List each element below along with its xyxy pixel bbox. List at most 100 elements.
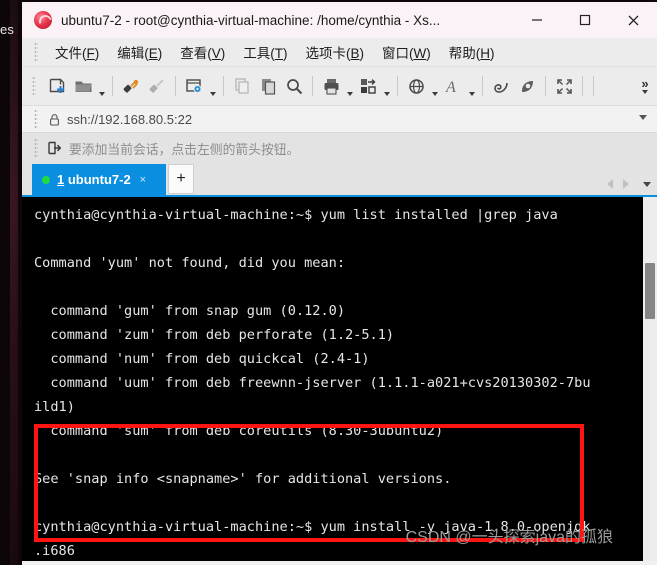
- menu-bar: 文件(F) 编辑(E) 查看(V) 工具(T) 选项卡(B) 窗口(W) 帮助(…: [22, 38, 657, 67]
- tab-close-icon[interactable]: ×: [140, 174, 146, 186]
- tab-status-dot: [42, 175, 50, 184]
- menu-tools-mnemonic: T: [274, 46, 284, 61]
- menu-tools-label: 工具: [243, 46, 271, 61]
- menu-edit[interactable]: 编辑(E): [108, 40, 171, 64]
- address-bar[interactable]: ssh://192.168.80.5:22: [22, 106, 657, 133]
- file-transfer-icon[interactable]: [355, 72, 381, 100]
- tab-label: 1 ubuntu7-2: [57, 172, 131, 187]
- scroll-tabs-right-icon[interactable]: [623, 179, 629, 189]
- menu-help-mnemonic: H: [480, 46, 491, 61]
- toolbar-separator-6: [482, 76, 483, 96]
- font-icon[interactable]: A: [440, 72, 466, 100]
- menu-help-label: 帮助: [448, 46, 476, 61]
- font-dropdown-icon[interactable]: [466, 68, 477, 105]
- terminal-line: command 'gum' from snap gum (0.12.0): [34, 303, 345, 319]
- fullscreen-icon[interactable]: [551, 72, 577, 100]
- lock-icon: [46, 113, 62, 126]
- open-folder-dropdown-icon[interactable]: [96, 68, 107, 105]
- menu-tools[interactable]: 工具(T): [234, 40, 296, 64]
- menu-edit-mnemonic: E: [148, 46, 158, 61]
- tab-list-icon[interactable]: [643, 181, 651, 187]
- print-icon[interactable]: [318, 72, 344, 100]
- tab-navigation: [607, 179, 651, 189]
- tab-name: ubuntu7-2: [64, 172, 131, 187]
- terminal-line: See 'snap info <snapname>' for additiona…: [34, 471, 452, 487]
- menu-grip-handle[interactable]: [34, 42, 38, 62]
- xshell-swirl-icon: [34, 11, 52, 29]
- minimize-button[interactable]: [513, 2, 561, 38]
- menu-file-mnemonic: F: [86, 46, 95, 61]
- terminal-line: command 'uum' from deb freewnn-jserver (…: [34, 375, 591, 391]
- highlight-icon[interactable]: [514, 72, 540, 100]
- menu-file[interactable]: 文件(F): [46, 40, 108, 64]
- add-session-arrow-icon: [46, 141, 62, 155]
- address-dropdown-icon[interactable]: [639, 115, 647, 120]
- toolbar-grip-handle[interactable]: [32, 76, 36, 96]
- session-hint-bar: 要添加当前会话，点击左侧的箭头按钮。: [22, 133, 657, 163]
- xshell-window: ubuntu7-2 - root@cynthia-virtual-machine…: [22, 2, 657, 565]
- tab-ubuntu7-2[interactable]: 1 ubuntu7-2 ×: [32, 164, 166, 195]
- compose-bar-icon[interactable]: [488, 72, 514, 100]
- address-input[interactable]: ssh://192.168.80.5:22: [67, 112, 192, 127]
- terminal-scrollbar-thumb[interactable]: [645, 263, 655, 319]
- window-controls: [513, 2, 657, 38]
- browser-icon[interactable]: [403, 72, 429, 100]
- toolbar-separator-5: [397, 76, 398, 96]
- toolbar-separator-4: [312, 76, 313, 96]
- screen: es ubuntu7-2 - root@cynthia-virtual-mach…: [0, 0, 657, 565]
- terminal-output[interactable]: cynthia@cynthia-virtual-machine:~$ yum l…: [22, 197, 657, 561]
- file-transfer-dropdown-icon[interactable]: [381, 68, 392, 105]
- csdn-watermark: CSDN @一头探索java的孤狼: [405, 529, 613, 546]
- desktop-partial-text: es: [0, 22, 15, 37]
- menu-view[interactable]: 查看(V): [171, 40, 234, 64]
- addressbar-grip-handle[interactable]: [34, 109, 38, 129]
- title-bar[interactable]: ubuntu7-2 - root@cynthia-virtual-machine…: [22, 2, 657, 38]
- terminal-line: command 'sum' from deb coreutils (8.30-3…: [34, 423, 444, 439]
- menu-window-mnemonic: W: [413, 46, 427, 61]
- toolbar-overflow-label: »: [641, 75, 649, 91]
- toolbar-separator-3: [223, 76, 224, 96]
- menu-view-label: 查看: [180, 46, 208, 61]
- open-folder-icon[interactable]: [70, 72, 96, 100]
- toolbar-separator-7: [545, 76, 546, 96]
- toolbar-separator-2: [175, 76, 176, 96]
- terminal-area: cynthia@cynthia-virtual-machine:~$ yum l…: [22, 195, 657, 561]
- window-title: ubuntu7-2 - root@cynthia-virtual-machine…: [61, 12, 441, 28]
- menu-help[interactable]: 帮助(H): [440, 40, 504, 64]
- scroll-tabs-left-icon[interactable]: [607, 179, 613, 189]
- terminal-scrollbar[interactable]: [643, 197, 657, 561]
- new-session-icon[interactable]: [44, 72, 70, 100]
- session-properties-dropdown-icon[interactable]: [207, 68, 218, 105]
- disconnect-plug-icon[interactable]: [144, 72, 170, 100]
- close-button[interactable]: [609, 2, 657, 38]
- menu-tabs[interactable]: 选项卡(B): [297, 40, 374, 64]
- connect-plug-icon[interactable]: [118, 72, 144, 100]
- svg-text:A: A: [445, 79, 456, 96]
- toolbar-separator-1: [112, 76, 113, 96]
- toolbar-overflow-button[interactable]: »: [635, 67, 655, 105]
- copy-page-icon[interactable]: [229, 72, 255, 100]
- find-icon[interactable]: [281, 72, 307, 100]
- session-properties-icon[interactable]: [181, 72, 207, 100]
- desktop-left-bar: [0, 0, 10, 565]
- hintbar-grip-handle[interactable]: [34, 138, 38, 158]
- toolbar-separator-9: [593, 76, 594, 96]
- menu-tabs-mnemonic: B: [350, 46, 360, 61]
- terminal-line: ild1): [34, 399, 75, 415]
- terminal-line: command 'zum' from deb perforate (1.2-5.…: [34, 327, 395, 343]
- toolbar-overflow-caret-icon: [642, 89, 648, 94]
- session-hint-text: 要添加当前会话，点击左侧的箭头按钮。: [69, 141, 300, 157]
- tool-bar: A »: [22, 67, 657, 106]
- menu-window[interactable]: 窗口(W): [373, 40, 440, 64]
- menu-tabs-label: 选项卡: [305, 46, 347, 61]
- paste-icon[interactable]: [255, 72, 281, 100]
- menu-window-label: 窗口: [382, 46, 410, 61]
- new-tab-button[interactable]: +: [168, 164, 194, 194]
- browser-dropdown-icon[interactable]: [429, 68, 440, 105]
- print-dropdown-icon[interactable]: [344, 68, 355, 105]
- maximize-button[interactable]: [561, 2, 609, 38]
